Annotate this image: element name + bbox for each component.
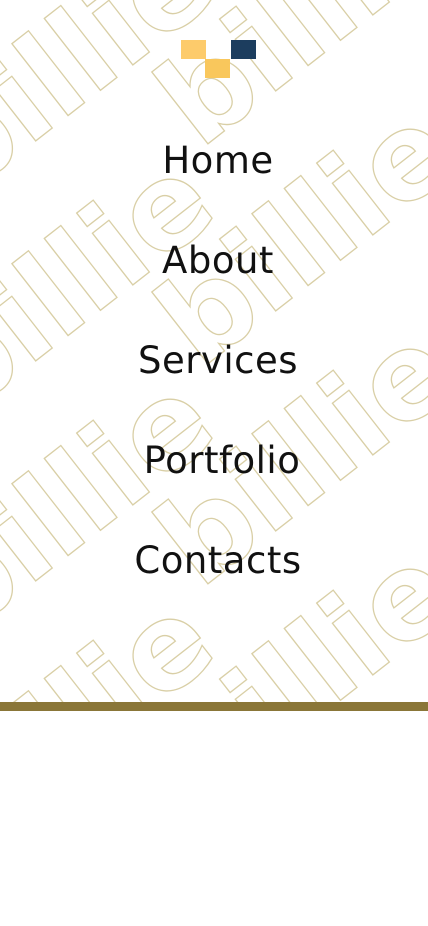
nav-link-home[interactable]: Home xyxy=(0,130,428,190)
nav-link-services[interactable]: Services xyxy=(0,330,428,390)
mobile-menu-panel: billie billie billie billie billie billi… xyxy=(0,0,428,702)
nav-link-contacts[interactable]: Contacts xyxy=(0,530,428,590)
page-background xyxy=(0,711,428,926)
logo-square-yellow-bottom xyxy=(205,59,230,78)
logo-square-yellow-top xyxy=(181,40,206,59)
nav-link-portfolio[interactable]: Portfolio xyxy=(0,430,428,490)
accent-divider-bar xyxy=(0,702,428,711)
logo-square-navy xyxy=(231,40,256,59)
brand-logo-icon[interactable] xyxy=(181,40,257,78)
nav-link-about[interactable]: About xyxy=(0,230,428,290)
